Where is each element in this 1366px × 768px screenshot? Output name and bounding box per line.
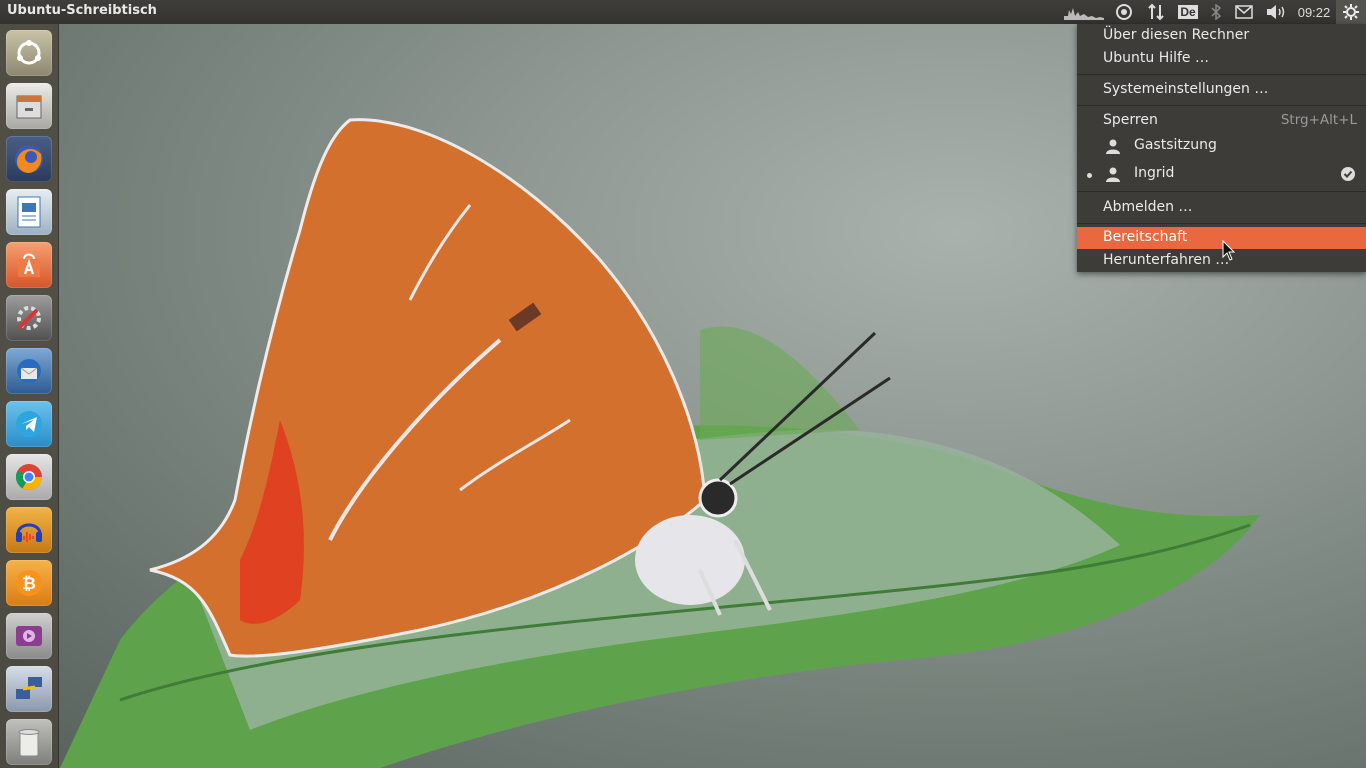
writer-document-icon [17, 196, 41, 228]
menu-label-shutdown: Herunterfahren … [1103, 252, 1230, 268]
launcher: ₿ [0, 24, 59, 768]
ubuntu-logo-icon [17, 40, 41, 65]
firefox-icon [15, 145, 43, 173]
writer-launcher-button[interactable] [6, 189, 52, 235]
telegram-launcher-button[interactable] [6, 401, 52, 447]
menu-label-settings: Systemeinstellungen … [1103, 81, 1269, 97]
user-icon [1106, 139, 1120, 154]
menu-item-logout[interactable]: Abmelden … [1077, 197, 1366, 219]
system-settings-launcher-button[interactable] [6, 295, 52, 341]
panel-title: Ubuntu-Schreibtisch [7, 3, 157, 18]
menu-label-help: Ubuntu Hilfe … [1103, 50, 1209, 66]
menu-item-user[interactable]: Ingrid [1077, 163, 1366, 185]
network-icon[interactable] [1140, 0, 1172, 24]
menu-separator [1077, 191, 1366, 192]
svg-text:₿: ₿ [22, 574, 36, 594]
file-cabinet-icon [16, 95, 42, 119]
shopping-bag-icon [18, 253, 40, 277]
mouse-pointer-icon [1222, 240, 1236, 261]
thunderbird-icon [17, 359, 41, 383]
trash-icon [18, 729, 40, 757]
audacity-launcher-button[interactable] [6, 507, 52, 553]
menu-item-guest[interactable]: Gastsitzung [1077, 135, 1366, 157]
bitcoin-launcher-button[interactable]: ₿ [6, 560, 52, 606]
indicator-area: De 09:22 [1060, 0, 1366, 24]
volume-icon[interactable] [1260, 0, 1292, 24]
menu-item-help[interactable]: Ubuntu Hilfe … [1077, 48, 1366, 70]
top-panel: Ubuntu-Schreibtisch De 09:22 [0, 0, 1366, 24]
menu-label-guest: Gastsitzung [1134, 137, 1217, 153]
session-menu: Über diesen Rechner Ubuntu Hilfe … Syste… [1077, 24, 1366, 272]
chrome-icon [15, 464, 43, 491]
dash-home-button[interactable] [6, 30, 52, 76]
user-icon [1106, 167, 1120, 182]
menu-item-about[interactable]: Über diesen Rechner [1077, 25, 1366, 47]
menu-label-user: Ingrid [1134, 165, 1175, 181]
telegram-icon [16, 411, 42, 437]
menu-separator [1077, 223, 1366, 224]
bitcoin-icon: ₿ [16, 570, 42, 596]
menu-item-lock[interactable]: Sperren Strg+Alt+L [1077, 110, 1366, 132]
settings-wrench-icon [17, 306, 41, 330]
menu-separator [1077, 74, 1366, 75]
headphones-icon [16, 523, 42, 542]
bluetooth-icon[interactable] [1204, 0, 1228, 24]
files-launcher-button[interactable] [6, 83, 52, 129]
video-player-icon [16, 626, 42, 646]
mail-icon[interactable] [1228, 0, 1260, 24]
software-center-launcher-button[interactable] [6, 242, 52, 288]
gear-icon[interactable] [1336, 0, 1366, 24]
menu-label-lock: Sperren [1103, 112, 1158, 128]
menu-item-settings[interactable]: Systemeinstellungen … [1077, 79, 1366, 101]
active-session-bullet-icon [1087, 173, 1092, 178]
menu-separator [1077, 105, 1366, 106]
menu-label-logout: Abmelden … [1103, 199, 1193, 215]
trash-launcher-button[interactable] [6, 719, 52, 765]
remote-desktop-launcher-button[interactable] [6, 666, 52, 712]
menu-label-suspend: Bereitschaft [1103, 229, 1188, 245]
check-icon [1341, 167, 1355, 181]
clock[interactable]: 09:22 [1292, 0, 1336, 24]
menu-label-about: Über diesen Rechner [1103, 27, 1250, 43]
media-player-launcher-button[interactable] [6, 613, 52, 659]
firefox-launcher-button[interactable] [6, 136, 52, 182]
remote-network-icon [16, 677, 42, 699]
keyboard-layout-label: De [1178, 5, 1198, 19]
chrome-launcher-button[interactable] [6, 454, 52, 500]
system-monitor-icon[interactable] [1060, 0, 1108, 24]
ubuntu-one-icon[interactable] [1108, 0, 1140, 24]
lock-shortcut: Strg+Alt+L [1280, 112, 1357, 128]
thunderbird-launcher-button[interactable] [6, 348, 52, 394]
keyboard-layout-icon[interactable]: De [1172, 0, 1204, 24]
